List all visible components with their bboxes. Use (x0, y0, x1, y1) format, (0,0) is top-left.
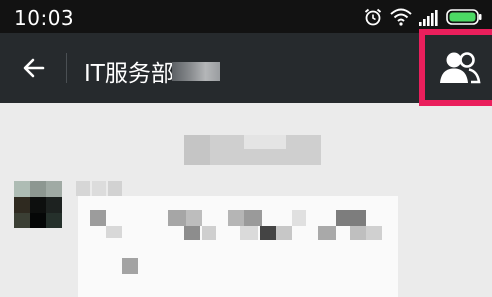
signal-icon (419, 10, 438, 26)
chat-title: IT服务部 (84, 61, 174, 87)
group-members-button[interactable] (419, 29, 492, 106)
alarm-icon (364, 8, 382, 26)
title-redaction (172, 62, 220, 81)
message-text-redaction (90, 210, 390, 275)
timestamp-redaction (184, 135, 321, 165)
avatar[interactable] (14, 181, 62, 228)
wifi-icon (390, 8, 412, 26)
status-icons (363, 6, 482, 28)
back-button[interactable] (18, 52, 50, 84)
arrow-left-icon (23, 58, 45, 78)
sender-name-redaction (76, 181, 122, 196)
group-members-icon (440, 52, 481, 84)
title-divider (66, 53, 67, 83)
battery-icon (446, 9, 482, 25)
status-time: 10:03 (14, 6, 75, 30)
